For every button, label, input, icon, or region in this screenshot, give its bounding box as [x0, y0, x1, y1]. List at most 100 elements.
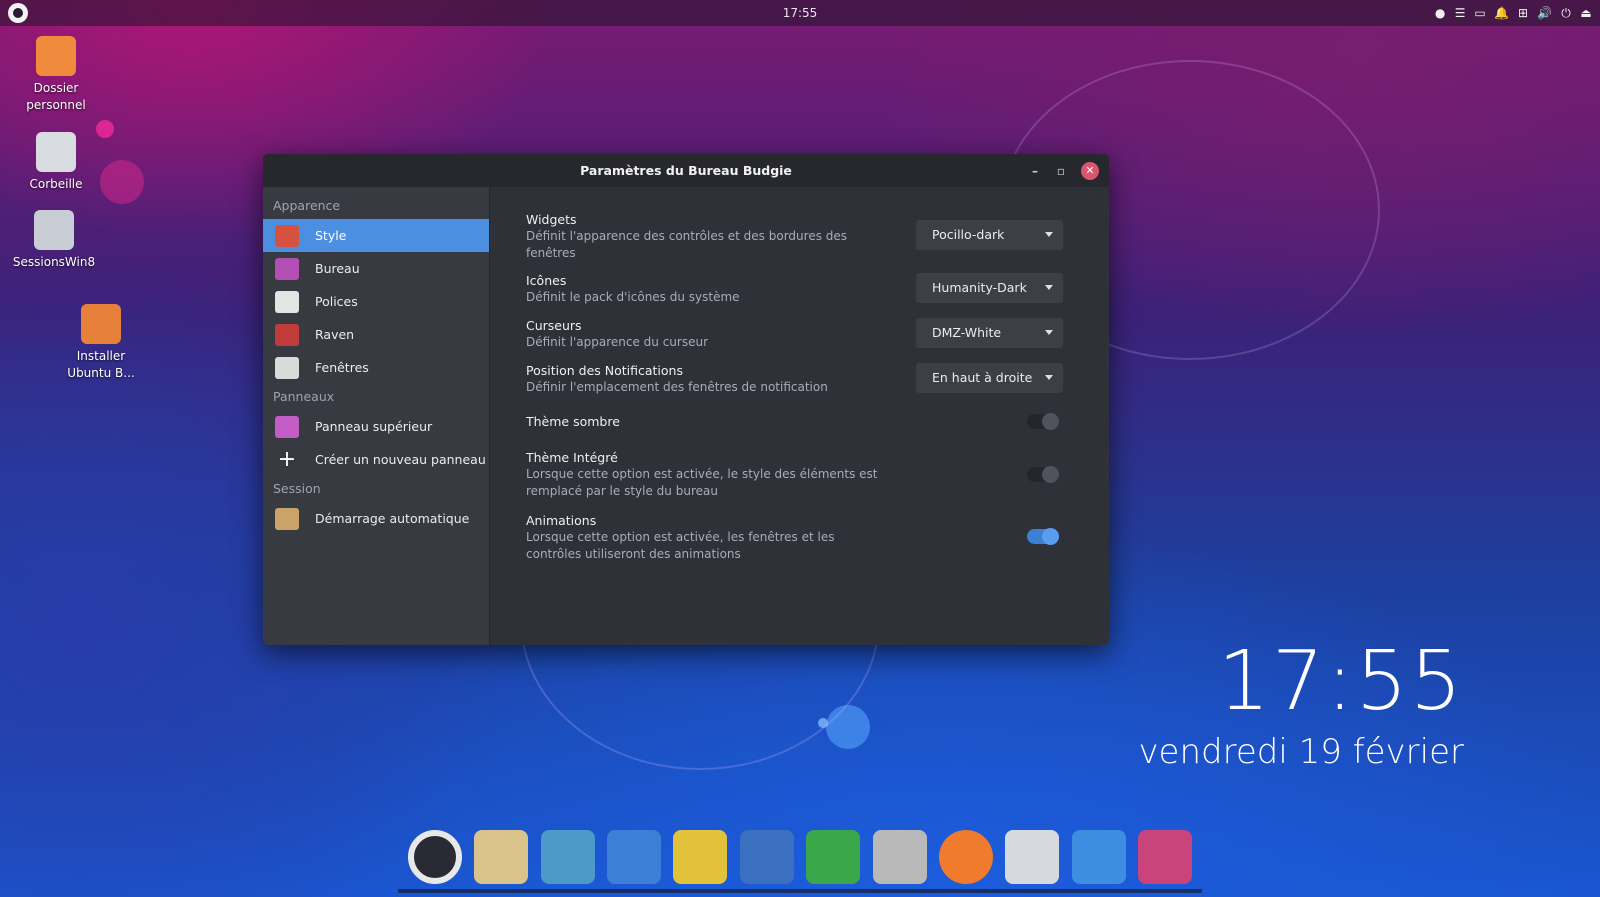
setting-title: Thème Intégré — [526, 450, 618, 465]
window-controls: – ▫ ✕ — [1029, 162, 1099, 180]
sidebar-item[interactable]: + Créer un nouveau panneau — [263, 443, 489, 476]
chevron-down-icon — [1045, 375, 1053, 380]
minimize-button[interactable]: – — [1029, 164, 1041, 178]
trash-icon — [36, 132, 76, 172]
desktop-icon[interactable]: Dossier personnel — [10, 36, 102, 114]
anchor-icon[interactable] — [1071, 830, 1126, 884]
system-monitor-icon[interactable] — [474, 830, 529, 884]
sidebar-item-label: Bureau — [315, 261, 360, 276]
style-icon — [275, 224, 299, 247]
integrated-theme-setting: Thème Intégré Lorsque cette option est a… — [526, 449, 1086, 500]
tweaks-icon[interactable] — [1137, 830, 1192, 884]
sidebar-item-label: Polices — [315, 294, 358, 309]
raven-icon — [275, 323, 299, 346]
writer-icon[interactable] — [739, 830, 794, 884]
tray-icon[interactable]: ⊞ — [1517, 6, 1529, 20]
budgie-menu-icon[interactable] — [8, 3, 28, 23]
firefox-icon[interactable] — [938, 830, 993, 884]
calc-icon[interactable] — [806, 830, 861, 884]
chevron-down-icon — [1045, 285, 1053, 290]
desktop-clock-time: 17:55 — [1217, 634, 1464, 729]
tray-icon[interactable]: ⏻ — [1560, 6, 1572, 21]
sidebar-item-label: Style — [315, 228, 347, 243]
setting-description: Lorsque cette option est activée, le sty… — [526, 467, 878, 481]
tray-icon[interactable]: 🔔 — [1494, 6, 1509, 20]
window-titlebar[interactable]: Paramètres du Bureau Budgie – ▫ ✕ — [263, 154, 1109, 187]
animations-switch[interactable] — [1027, 528, 1059, 545]
sidebar-item[interactable]: Fenêtres — [263, 351, 489, 384]
sidebar-item-label: Démarrage automatique — [315, 511, 470, 526]
integrated-theme-switch[interactable] — [1027, 466, 1059, 483]
setting-description: contrôles utiliseront des animations — [526, 547, 741, 561]
sidebar-item[interactable]: Démarrage automatique — [263, 502, 489, 535]
chevron-down-icon — [1045, 330, 1053, 335]
sidebar-item-label: Panneau supérieur — [315, 419, 433, 434]
dropdown-value: En haut à droite — [932, 370, 1033, 385]
window-body: Apparence Style Bureau Polices Raven Fenêtres… — [263, 187, 1109, 645]
settings-sidebar: Apparence Style Bureau Polices Raven Fenêtres… — [263, 187, 490, 645]
sidebar-section-header: Apparence — [273, 198, 341, 213]
sidebar-item[interactable]: Polices — [263, 285, 489, 318]
budgie-settings-window: Paramètres du Bureau Budgie – ▫ ✕ Appare… — [263, 154, 1109, 645]
sidebar-item[interactable]: Raven — [263, 318, 489, 351]
dock — [398, 825, 1202, 893]
widgets-theme-dropdown[interactable]: Pocillo-dark — [916, 220, 1063, 250]
fonts-icon — [275, 290, 299, 313]
top-panel: ● ☰ ▭ 🔔 ⊞ 🔊 ⏻ ⏏ — [0, 0, 1600, 26]
sidebar-section-header: Panneaux — [273, 389, 335, 404]
desktop-icon-label: SessionsWin8 — [12, 255, 96, 269]
window-title: Paramètres du Bureau Budgie — [580, 163, 792, 178]
tray-icon[interactable]: ⏏ — [1580, 6, 1592, 20]
installer-icon — [81, 304, 121, 344]
tray-icon[interactable]: ☰ — [1454, 6, 1466, 20]
close-button[interactable]: ✕ — [1081, 162, 1099, 180]
dark-theme-switch[interactable] — [1027, 413, 1059, 430]
chevron-down-icon — [1045, 232, 1053, 237]
screenshot-icon[interactable] — [540, 830, 595, 884]
sidebar-item[interactable]: Bureau — [263, 252, 489, 285]
file-manager-icon[interactable] — [872, 830, 927, 884]
software-store-icon[interactable] — [607, 830, 662, 884]
sidebar-item-label: Fenêtres — [315, 360, 369, 375]
rhythmbox-icon[interactable] — [673, 830, 728, 884]
notification-position-dropdown[interactable]: En haut à droite — [916, 363, 1063, 393]
desktop-icon[interactable]: SessionsWin8 — [8, 210, 100, 271]
setting-description: remplacé par le style du bureau — [526, 484, 718, 498]
bg-bubble — [100, 160, 144, 204]
tray-icon[interactable]: ▭ — [1474, 6, 1486, 20]
sidebar-section-header: Session — [273, 481, 321, 496]
setting-title: Thème sombre — [526, 414, 620, 429]
dock-trash-icon[interactable] — [1005, 830, 1060, 884]
autostart-icon — [275, 507, 299, 530]
desktop-icon — [275, 257, 299, 280]
desktop-clock-date: vendredi 19 février — [1138, 732, 1464, 772]
animations-setting: Animations Lorsque cette option est acti… — [526, 512, 1086, 563]
sidebar-item[interactable]: Style — [263, 219, 489, 252]
tray-icon[interactable]: ● — [1434, 6, 1446, 20]
desktop-icon-label: Dossier personnel — [26, 81, 86, 112]
dropdown-value: Humanity-Dark — [932, 280, 1027, 295]
drive-icon — [34, 210, 74, 250]
desktop-icon[interactable]: Corbeille — [10, 132, 102, 193]
windows-icon — [275, 356, 299, 379]
maximize-button[interactable]: ▫ — [1055, 164, 1067, 178]
cursor-theme-dropdown[interactable]: DMZ-White — [916, 318, 1063, 348]
desktop-icon-label: Installer Ubuntu B... — [67, 349, 135, 380]
system-tray: ● ☰ ▭ 🔔 ⊞ 🔊 ⏻ ⏏ — [1434, 6, 1592, 21]
desktop-icon[interactable]: Installer Ubuntu B... — [55, 304, 147, 382]
dark-theme-setting: Thème sombre — [526, 413, 1086, 430]
home-folder-icon — [36, 36, 76, 76]
dropdown-value: Pocillo-dark — [932, 227, 1005, 242]
tray-icon[interactable]: 🔊 — [1537, 6, 1552, 20]
switch-knob — [1042, 413, 1059, 430]
switch-knob — [1042, 466, 1059, 483]
dropdown-value: DMZ-White — [932, 325, 1002, 340]
switch-knob — [1042, 528, 1059, 545]
plus-icon: + — [277, 446, 297, 472]
icons-theme-dropdown[interactable]: Humanity-Dark — [916, 273, 1063, 303]
budgie-menu-icon[interactable] — [408, 830, 462, 884]
sidebar-item-label: Raven — [315, 327, 355, 342]
setting-title: Animations — [526, 513, 597, 528]
top-panel-icon — [275, 415, 299, 438]
sidebar-item[interactable]: Panneau supérieur — [263, 410, 489, 443]
